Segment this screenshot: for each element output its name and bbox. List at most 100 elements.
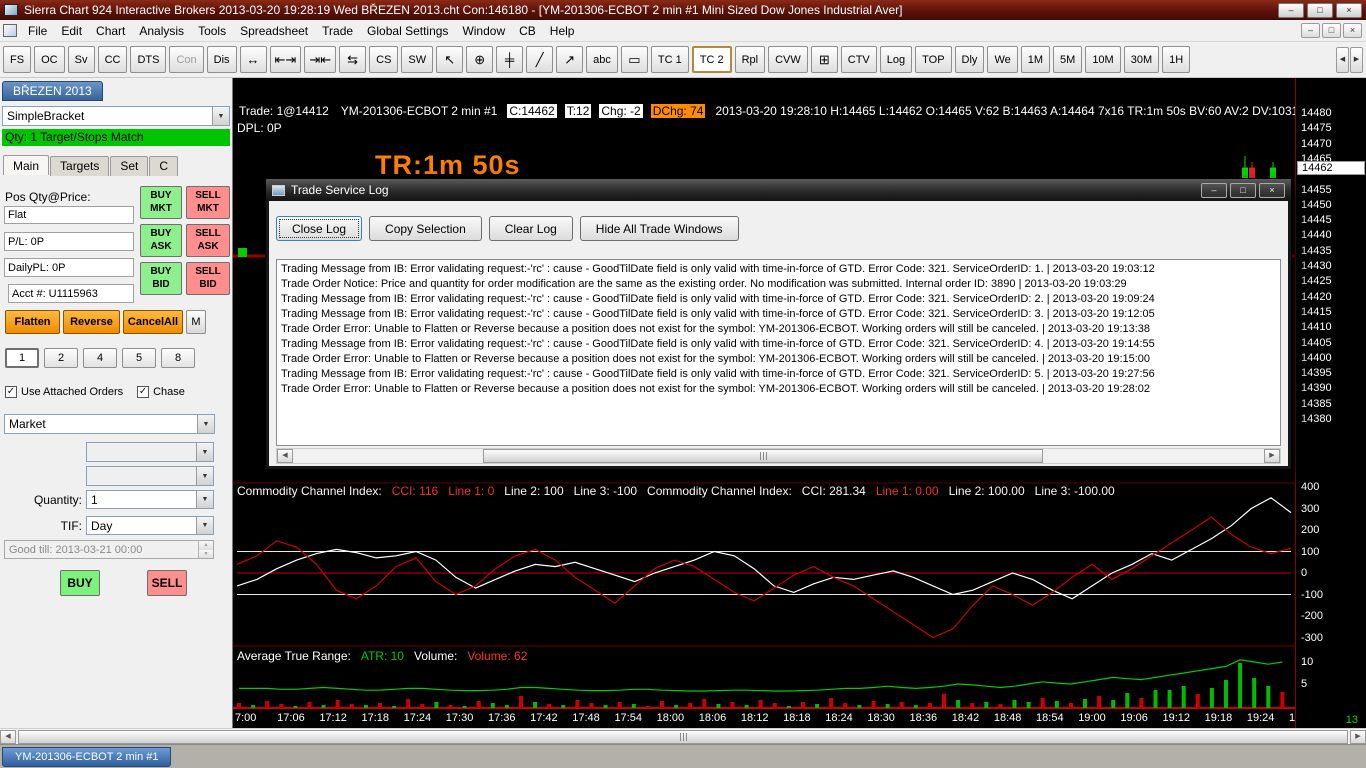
- price-scale[interactable]: 1448014475144701446514455144501444514440…: [1295, 78, 1366, 728]
- hscroll-right-icon[interactable]: ▶: [1350, 730, 1366, 744]
- toolbar-tc1-button[interactable]: TC 1: [651, 46, 689, 73]
- log-hscrollbar[interactable]: ◀ ▶: [276, 448, 1281, 464]
- tab-c[interactable]: C: [149, 156, 178, 176]
- flatten-button[interactable]: Flatten: [5, 310, 60, 334]
- dialog-close-button[interactable]: ×: [1259, 183, 1285, 198]
- toolbar-scroll-left-icon[interactable]: ◀: [1336, 47, 1349, 73]
- menu-window[interactable]: Window: [455, 22, 512, 40]
- menu-chart[interactable]: Chart: [89, 22, 132, 40]
- toolbar-grid-plus-icon[interactable]: ⊞: [811, 46, 838, 73]
- sell-ask-button[interactable]: SELL ASK: [186, 224, 230, 257]
- dialog-titlebar[interactable]: Trade Service Log – □ ×: [266, 179, 1291, 201]
- clear-log-button[interactable]: Clear Log: [489, 216, 573, 241]
- menu-cb[interactable]: CB: [512, 22, 543, 40]
- buy-mkt-button[interactable]: BUY MKT: [140, 186, 182, 219]
- strategy-dropdown[interactable]: SimpleBracket ▼: [2, 106, 230, 126]
- maximize-button[interactable]: □: [1307, 3, 1333, 18]
- toolbar-ray-icon[interactable]: ↗: [556, 46, 583, 73]
- scroll-right-icon[interactable]: ▶: [1264, 449, 1280, 463]
- toolbar-oc-button[interactable]: OC: [34, 46, 65, 73]
- toolbar-dis-button[interactable]: Dis: [207, 46, 237, 73]
- toolbar-text-tool-button[interactable]: abc: [586, 46, 618, 73]
- buy-ask-button[interactable]: BUY ASK: [140, 224, 182, 257]
- toolbar-sv-button[interactable]: Sv: [68, 46, 95, 73]
- buy-button[interactable]: BUY: [60, 570, 100, 596]
- time-axis[interactable]: 7:0017:0617:1217:1817:2417:3017:3617:421…: [233, 712, 1295, 728]
- dialog-minimize-button[interactable]: –: [1201, 183, 1227, 198]
- mdi-close-button[interactable]: ×: [1343, 23, 1362, 38]
- sell-button[interactable]: SELL: [147, 570, 187, 596]
- checkbox-chase[interactable]: ✓Chase: [137, 386, 185, 398]
- tab-main[interactable]: Main: [3, 155, 49, 175]
- chevron-down-icon[interactable]: ▼: [212, 107, 229, 125]
- toolbar-crosshair-icon[interactable]: ⊕: [466, 46, 493, 73]
- titlebar[interactable]: Sierra Chart 924 Interactive Brokers 201…: [0, 0, 1366, 20]
- toolbar-log-button[interactable]: Log: [880, 46, 912, 73]
- toolbar-30m-button[interactable]: 30M: [1124, 46, 1159, 73]
- sell-mkt-button[interactable]: SELL MKT: [186, 186, 230, 219]
- toolbar-crosshair-lines-icon[interactable]: ╪: [496, 46, 523, 73]
- dialog-maximize-button[interactable]: □: [1230, 183, 1256, 198]
- menu-file[interactable]: File: [21, 22, 54, 40]
- copy-selection-button[interactable]: Copy Selection: [369, 216, 482, 241]
- toolbar-scale-range-icon[interactable]: ↔: [240, 46, 267, 73]
- toolbar-tc2-button[interactable]: TC 2: [692, 46, 732, 73]
- toolbar-5m-button[interactable]: 5M: [1053, 46, 1082, 73]
- menu-analysis[interactable]: Analysis: [132, 22, 191, 40]
- quantity-dropdown[interactable]: 1 ▼: [86, 490, 214, 509]
- menu-help[interactable]: Help: [543, 22, 582, 40]
- tif-dropdown[interactable]: Day ▼: [86, 516, 214, 535]
- toolbar-fs-button[interactable]: FS: [3, 46, 31, 73]
- toolbar-con-button[interactable]: Con: [169, 46, 203, 73]
- menu-edit[interactable]: Edit: [54, 22, 89, 40]
- menu-tools[interactable]: Tools: [191, 22, 233, 40]
- toolbar-rectangle-icon[interactable]: ▭: [621, 46, 648, 73]
- toolbar-ctv-button[interactable]: CTV: [841, 46, 877, 73]
- hscroll-left-icon[interactable]: ◀: [0, 730, 16, 744]
- buy-bid-button[interactable]: BUY BID: [140, 262, 182, 295]
- chart-window-tab[interactable]: YM-201306-ECBOT 2 min #1: [2, 747, 171, 767]
- chevron-down-icon[interactable]: ▼: [196, 491, 213, 508]
- toolbar-sw-button[interactable]: SW: [401, 46, 433, 73]
- scroll-track[interactable]: [293, 449, 1264, 463]
- toolbar-1m-button[interactable]: 1M: [1021, 46, 1050, 73]
- minimize-button[interactable]: –: [1278, 3, 1304, 18]
- close-log-button[interactable]: Close Log: [276, 216, 362, 241]
- tab-targets[interactable]: Targets: [50, 156, 109, 176]
- toolbar-compress-spacing-icon[interactable]: ⇥⇤: [304, 46, 336, 73]
- menu-spreadsheet[interactable]: Spreadsheet: [233, 22, 315, 40]
- toolbar-pointer-icon[interactable]: ↖: [436, 46, 463, 73]
- tab-set[interactable]: Set: [110, 156, 148, 176]
- toolbar-10m-button[interactable]: 10M: [1085, 46, 1120, 73]
- qty-preset-8[interactable]: 8: [161, 348, 195, 368]
- chevron-down-icon[interactable]: ▼: [196, 517, 213, 534]
- hscroll-thumb[interactable]: [18, 730, 1348, 744]
- toolbar-scroll-right-icon[interactable]: ▶: [1350, 47, 1363, 73]
- toolbar-top-button[interactable]: TOP: [915, 46, 951, 73]
- qty-preset-4[interactable]: 4: [83, 348, 117, 368]
- chart-hscrollbar[interactable]: ◀ ▶: [0, 728, 1366, 744]
- close-button[interactable]: ×: [1336, 3, 1362, 18]
- qty-preset-1[interactable]: 1: [5, 348, 39, 368]
- mdi-minimize-button[interactable]: –: [1301, 23, 1320, 38]
- toolbar-overflow-scroll[interactable]: ◀ ▶: [1336, 47, 1363, 73]
- toolbar-we-button[interactable]: We: [987, 46, 1017, 73]
- order-type-dropdown[interactable]: Market ▼: [4, 414, 215, 434]
- qty-preset-2[interactable]: 2: [44, 348, 78, 368]
- log-area[interactable]: Trading Message from IB: Error validatin…: [276, 259, 1281, 446]
- mdi-restore-button[interactable]: □: [1322, 23, 1341, 38]
- chartbook-tab[interactable]: BŘEZEN 2013: [2, 81, 103, 101]
- chevron-down-icon[interactable]: ▼: [197, 415, 214, 433]
- qty-preset-5[interactable]: 5: [122, 348, 156, 368]
- cancel-all-button[interactable]: CancelAll: [123, 310, 183, 334]
- sell-bid-button[interactable]: SELL BID: [186, 262, 230, 295]
- pos-qty-value[interactable]: Flat: [4, 206, 134, 224]
- reverse-button[interactable]: Reverse: [63, 310, 120, 334]
- toolbar-dts-button[interactable]: DTS: [130, 46, 166, 73]
- toolbar-1h-button[interactable]: 1H: [1162, 46, 1190, 73]
- toolbar-cc-button[interactable]: CC: [98, 46, 128, 73]
- toolbar-cvw-button[interactable]: CVW: [768, 46, 808, 73]
- menu-global-settings[interactable]: Global Settings: [360, 22, 455, 40]
- scroll-thumb[interactable]: [483, 449, 1043, 463]
- m-button[interactable]: M: [186, 310, 206, 334]
